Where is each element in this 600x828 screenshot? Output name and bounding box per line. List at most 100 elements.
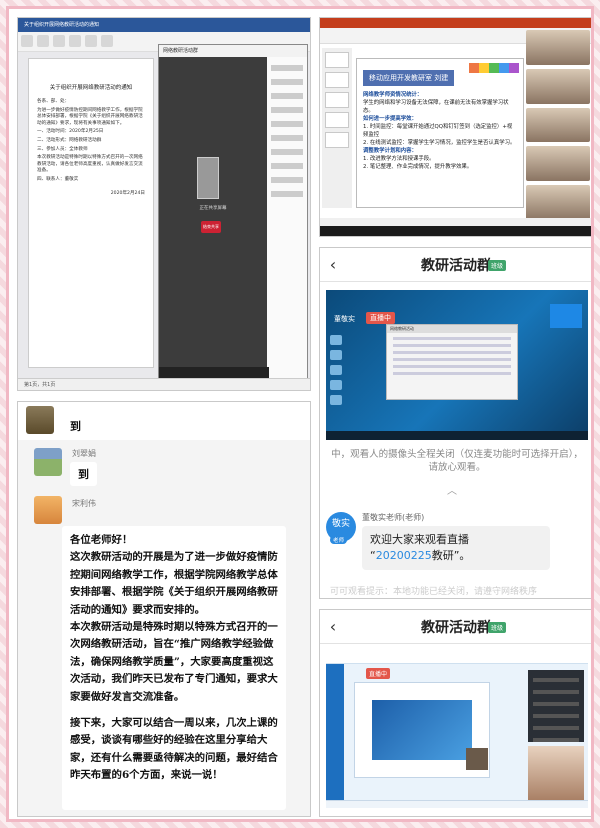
- desktop-icon: [330, 365, 342, 375]
- member-row: [533, 690, 579, 694]
- member-item[interactable]: [271, 79, 303, 85]
- member-item[interactable]: [271, 177, 303, 183]
- window-row: [393, 358, 511, 361]
- windows-taskbar[interactable]: [320, 226, 591, 236]
- slide-line: 学生的网络和学习设备无法保障，在课前无法有效掌握学习状态。: [363, 100, 509, 114]
- document-line: 一、活动时间：2020年2月25日: [37, 129, 104, 135]
- group-chat-panel: 到 刘翠娟 到 宋利伟 各位老师好！ 这次教研活动的开展是为了进一步做好疫情防控…: [17, 401, 311, 817]
- sender-name: 宋利伟: [72, 499, 96, 508]
- ribbon-button[interactable]: [85, 35, 97, 47]
- group-badge: 班级: [488, 260, 507, 271]
- participant-video-column: [526, 30, 590, 220]
- streamed-member-panel: [528, 670, 584, 742]
- document-page: 关于组织开展网络教研活动的通知 各系、部、处： 为进一步做好疫情防控期间网络教学…: [28, 58, 154, 368]
- member-item[interactable]: [271, 107, 303, 113]
- live-status-badge: 直播中: [366, 668, 391, 679]
- ribbon-button[interactable]: [37, 35, 49, 47]
- participant-video[interactable]: [526, 146, 590, 182]
- window-row: [393, 344, 511, 347]
- member-row: [533, 678, 579, 682]
- chat-item: 到: [18, 402, 310, 440]
- participant-video[interactable]: [526, 68, 590, 104]
- slide-thumbnail[interactable]: [325, 92, 349, 108]
- slide-line: 2. 笔记整理、作业完成情况，提升教学效果。: [363, 164, 473, 170]
- word-status-bar: 第1页，共1页: [18, 378, 310, 390]
- avatar[interactable]: [34, 448, 62, 476]
- document-line: 二、活动形式：网络教研活动群: [37, 137, 102, 143]
- slide-thumbnail[interactable]: [325, 132, 349, 148]
- streamed-toolbar: [326, 652, 588, 664]
- avatar[interactable]: [34, 496, 62, 524]
- ribbon-button[interactable]: [101, 35, 113, 47]
- live-host-name: 董敬实: [334, 315, 355, 323]
- sender-name: 董敬实老师(老师): [362, 513, 425, 522]
- document-line: 为进一步做好疫情防控期间网络教学工作，根据学院总体安排部署，根据学院《关于组织开…: [37, 107, 143, 126]
- desktop-icon: [330, 350, 342, 360]
- slide-line: 1. 时间监控：每堂课开始通过QQ和钉钉签到（选定监控）+视频监控: [363, 124, 513, 138]
- desktop-icons: [330, 330, 348, 410]
- window-row: [393, 337, 511, 340]
- document-line: 三、参加人员：全体教师: [37, 146, 88, 152]
- streamed-dialog: [550, 304, 582, 328]
- slide-title: 移动应用开发教研室 刘建: [363, 70, 455, 86]
- document-line: 各系、部、处：: [37, 99, 70, 104]
- member-row: [533, 714, 579, 718]
- ribbon-button[interactable]: [53, 35, 65, 47]
- streamed-window-title: 网络教研活动: [387, 325, 517, 333]
- member-item[interactable]: [271, 121, 303, 127]
- group-title: 教研活动群: [421, 257, 491, 274]
- mobile-header: ‹ 教研活动群 班级: [320, 610, 591, 644]
- slide-line: 网络教学师资情况统计：: [363, 92, 423, 98]
- member-list: [267, 57, 307, 383]
- collapse-chevron-icon[interactable]: ︿: [447, 482, 457, 497]
- sender-name: 刘翠娟: [72, 449, 96, 458]
- presenter-camera: [528, 746, 584, 802]
- ribbon-button[interactable]: [21, 35, 33, 47]
- participant-video[interactable]: [526, 30, 590, 65]
- live-stream-view[interactable]: 董敬实 直播中 网络教研活动: [326, 290, 588, 440]
- member-item[interactable]: [271, 149, 303, 155]
- slide-line: 调整教学计划和内容：: [363, 148, 417, 154]
- ribbon-button[interactable]: [69, 35, 81, 47]
- message-link[interactable]: 20200225: [376, 549, 432, 562]
- shared-screen-window[interactable]: 网络教研活动群 正在共享屏幕 结束共享: [158, 44, 308, 383]
- desktop-icon: [330, 395, 342, 405]
- member-item[interactable]: [271, 93, 303, 99]
- slide-thumbnail[interactable]: [325, 112, 349, 128]
- notice-paragraph: 这次教研活动的开展是为了进一步做好疫情防控期间网络教学工作，根据学院网络教学总体…: [70, 551, 278, 616]
- streamed-bottom-bar: [326, 800, 588, 808]
- slide-line: 1. 改进教学方法和授课手段。: [363, 156, 435, 162]
- message-text: 欢迎大家来观看直播: [370, 533, 469, 546]
- slide-thumbnail[interactable]: [325, 52, 349, 68]
- member-item[interactable]: [271, 191, 303, 197]
- slide-line: 如何进一步提高学效：: [363, 116, 417, 122]
- member-item[interactable]: [271, 135, 303, 141]
- message-bubble[interactable]: 到: [62, 414, 89, 438]
- message-bubble[interactable]: 到: [70, 462, 97, 486]
- member-row: [533, 738, 579, 742]
- mobile-header: ‹ 教研活动群 班级: [320, 248, 591, 282]
- notice-paragraph: 接下来，大家可以结合一周以来，几次上课的感受，谈谈有哪些好的经验在这里分享给大家…: [70, 717, 278, 782]
- message-bubble[interactable]: 欢迎大家来观看直播 “20200225教研”。: [362, 526, 550, 570]
- word-titlebar: 关于组织开展网络教研活动的通知: [18, 18, 310, 32]
- stop-share-button[interactable]: 结束共享: [201, 221, 221, 233]
- mobile-group-live-panel: ‹ 教研活动群 班级 董敬实 直播中 网络教研活动 中，观看人的摄像头全程关闭（…: [319, 247, 591, 599]
- slide-thumbnail[interactable]: [325, 72, 349, 88]
- ppt-titlebar: [320, 18, 591, 28]
- member-item[interactable]: [271, 163, 303, 169]
- live-status-badge: 直播中: [366, 312, 395, 324]
- avatar[interactable]: [26, 406, 54, 434]
- document-date: 2020年2月24日: [110, 190, 145, 196]
- notice-message-bubble[interactable]: 各位老师好！ 这次教研活动的开展是为了进一步做好疫情防控期间网络教学工作，根据学…: [62, 526, 286, 810]
- notice-paragraph: 各位老师好！: [70, 534, 133, 546]
- participant-video[interactable]: [526, 107, 590, 143]
- member-item[interactable]: [271, 65, 303, 71]
- member-row: [533, 726, 579, 730]
- window-row: [393, 372, 511, 375]
- live-stream-view[interactable]: 直播中: [326, 652, 588, 808]
- desktop-icon: [330, 380, 342, 390]
- streamed-taskbar: [326, 431, 588, 440]
- faded-notice: 可可观看提示：本地功能已经关闭，请遵守网络秩序: [330, 587, 538, 597]
- participant-video[interactable]: [526, 185, 590, 220]
- desktop-icon: [330, 335, 342, 345]
